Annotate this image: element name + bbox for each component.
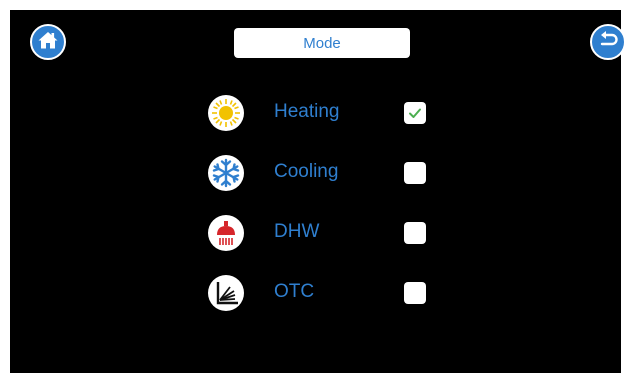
snowflake-icon [208, 155, 244, 191]
mode-row-dhw: DHW [208, 215, 448, 251]
back-icon [597, 30, 619, 54]
mode-label-heating[interactable]: Heating [274, 101, 340, 123]
sun-icon [208, 95, 244, 131]
mode-row-otc: OTC [208, 275, 448, 311]
mode-label-dhw[interactable]: DHW [274, 221, 319, 243]
mode-label-cooling[interactable]: Cooling [274, 161, 338, 183]
dhw-checkbox[interactable] [404, 222, 426, 244]
mode-row-cooling: Cooling [208, 155, 448, 191]
home-icon [37, 30, 59, 54]
shower-icon [208, 215, 244, 251]
home-button[interactable] [30, 24, 66, 60]
otc-checkbox[interactable] [404, 282, 426, 304]
page-title: Mode [234, 28, 410, 58]
screen: Mode Heating Cooling DHW OTC [10, 10, 626, 373]
mode-row-heating: Heating [208, 95, 448, 131]
heating-checkbox[interactable] [404, 102, 426, 124]
otc-curve-icon [208, 275, 244, 311]
mode-label-otc[interactable]: OTC [274, 281, 314, 303]
checkmark-icon [409, 108, 421, 118]
cooling-checkbox[interactable] [404, 162, 426, 184]
back-button[interactable] [590, 24, 626, 60]
